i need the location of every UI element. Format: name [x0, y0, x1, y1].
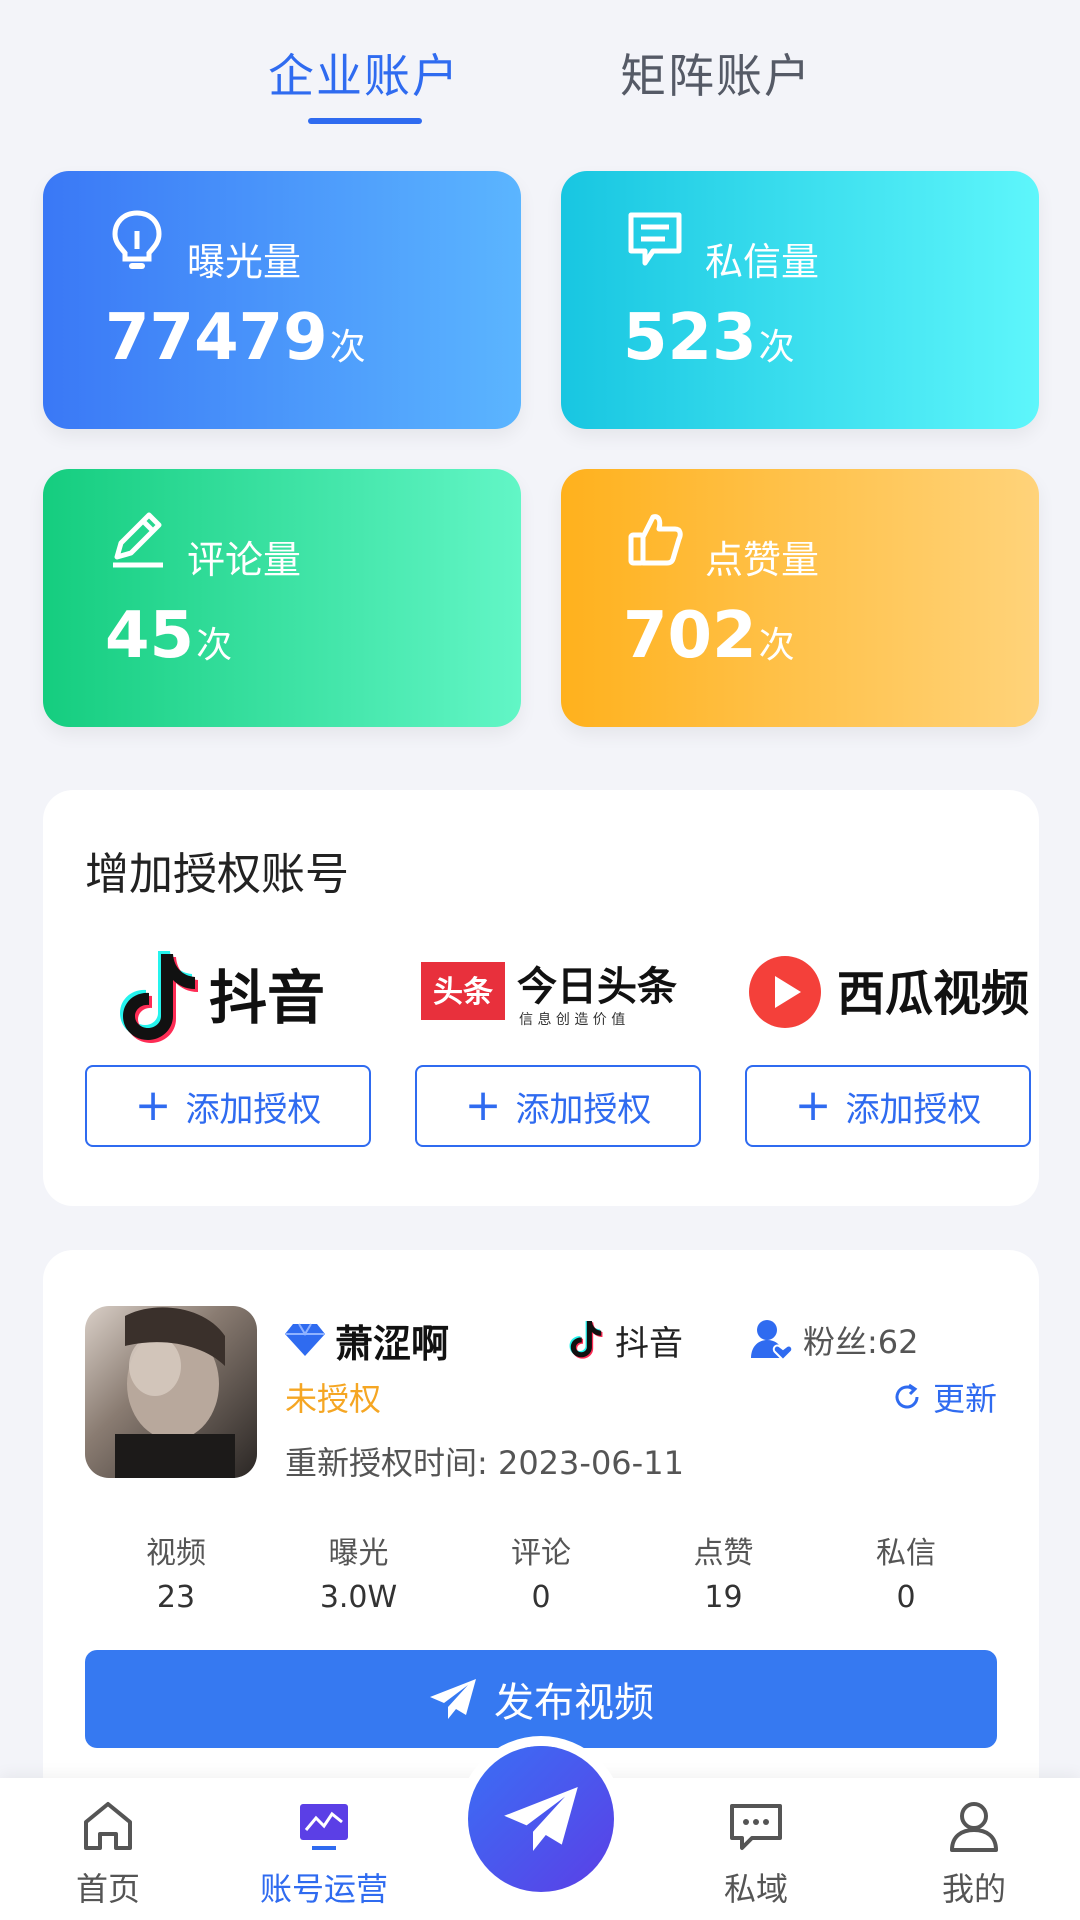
xigua-logo-icon: 西瓜视频 [749, 956, 1029, 1028]
account-platform: 抖音 [569, 1312, 683, 1368]
tab-active-underline [308, 118, 422, 124]
account-platform-label: 抖音 [615, 1323, 683, 1364]
stat-value: 77479次 [105, 301, 366, 375]
chart-monitor-icon [300, 1804, 348, 1850]
platform-xigua: 西瓜视频 + 添加授权 [745, 940, 1035, 1160]
stat-card-likes[interactable]: 点赞量 702次 [561, 469, 1039, 727]
account-card: 萧涩啊 抖音 粉丝:62 未授权 更新 重新授权时间: 2023-06-11 视… [43, 1250, 1039, 1810]
add-authorization-panel: 增加授权账号 抖音 + 添加授权 头条 今日头条 信 息 创 造 价 值 + 添… [43, 790, 1039, 1206]
authorization-status: 未授权 [285, 1380, 382, 1418]
refresh-button[interactable]: 更新 [891, 1374, 997, 1420]
stat-videos: 视频 23 [146, 1536, 206, 1615]
account-stats: 视频 23 曝光 3.0W 评论 0 点赞 19 私信 0 [85, 1528, 997, 1615]
pen-icon [113, 512, 163, 568]
refresh-icon [895, 1383, 919, 1409]
stat-exposure: 曝光 3.0W [319, 1536, 398, 1615]
douyin-logo-icon: 抖音 [120, 951, 325, 1043]
stat-card-messages[interactable]: 私信量 523次 [561, 171, 1039, 429]
chat-icon [730, 1804, 782, 1850]
plus-icon: + [794, 1080, 832, 1131]
stat-messages: 私信 0 [876, 1536, 936, 1615]
stat-value: 45次 [105, 599, 233, 673]
stat-label: 曝光量 [187, 240, 302, 284]
stat-label: 点赞量 [705, 538, 820, 582]
stat-card-exposure[interactable]: 曝光量 77479次 [43, 171, 521, 429]
send-icon [430, 1679, 476, 1719]
svg-text:头条: 头条 [433, 975, 493, 1010]
lightbulb-icon [112, 210, 162, 269]
account-name: 萧涩啊 [335, 1321, 450, 1366]
platform-list[interactable]: 抖音 + 添加授权 头条 今日头条 信 息 创 造 价 值 + 添加授权 西瓜视… [85, 940, 1039, 1180]
fans-count: 粉丝:62 [749, 1312, 919, 1368]
toutiao-logo-icon: 头条 今日头条 信 息 创 造 价 值 [421, 962, 677, 1028]
platform-douyin: 抖音 + 添加授权 [85, 940, 375, 1160]
stat-value: 702次 [623, 599, 795, 673]
svg-text:西瓜视频: 西瓜视频 [837, 966, 1029, 1022]
stat-label: 私信量 [705, 240, 820, 284]
nav-account-operation[interactable]: 账号运营 [244, 1796, 404, 1910]
publish-fab-button[interactable] [468, 1746, 614, 1892]
nav-private-domain[interactable]: 私域 [676, 1796, 836, 1910]
publish-video-button[interactable]: 发布视频 [85, 1650, 997, 1748]
nav-profile[interactable]: 我的 [894, 1796, 1054, 1910]
message-icon [628, 212, 682, 266]
stat-label: 评论量 [187, 538, 302, 582]
user-heart-icon [751, 1320, 793, 1362]
stat-likes: 点赞 19 [693, 1536, 754, 1615]
account-tabs: 企业账户 矩阵账户 [0, 0, 1080, 140]
stat-card-comments[interactable]: 评论量 45次 [43, 469, 521, 727]
panel-title: 增加授权账号 [85, 849, 349, 900]
diamond-icon [285, 1323, 325, 1356]
reauth-time: 重新授权时间: 2023-06-11 [285, 1444, 684, 1482]
svg-text:抖音: 抖音 [209, 964, 325, 1032]
account-name-row: 萧涩啊 [285, 1312, 449, 1368]
add-authorization-button[interactable]: + 添加授权 [85, 1065, 371, 1147]
send-icon [504, 1787, 578, 1851]
stat-comments: 评论 0 [511, 1536, 571, 1615]
user-icon [950, 1802, 998, 1852]
stat-value: 523次 [623, 301, 795, 375]
douyin-icon [569, 1321, 603, 1359]
add-authorization-button[interactable]: + 添加授权 [415, 1065, 701, 1147]
tab-enterprise-account[interactable]: 企业账户 [268, 40, 460, 106]
nav-home[interactable]: 首页 [28, 1796, 188, 1910]
plus-icon: + [134, 1080, 172, 1131]
tab-matrix-account[interactable]: 矩阵账户 [620, 40, 812, 106]
platform-toutiao: 头条 今日头条 信 息 创 造 价 值 + 添加授权 [415, 940, 705, 1160]
avatar-photo [115, 1307, 235, 1478]
home-icon [84, 1802, 132, 1850]
avatar[interactable] [85, 1306, 257, 1478]
svg-text:今日头条: 今日头条 [517, 964, 677, 1010]
add-authorization-button[interactable]: + 添加授权 [745, 1065, 1031, 1147]
svg-text:信 息 创 造 价 值: 信 息 创 造 价 值 [519, 1011, 625, 1028]
thumb-up-icon [628, 514, 683, 566]
fans-label: 粉丝:62 [803, 1323, 919, 1361]
plus-icon: + [464, 1080, 502, 1131]
